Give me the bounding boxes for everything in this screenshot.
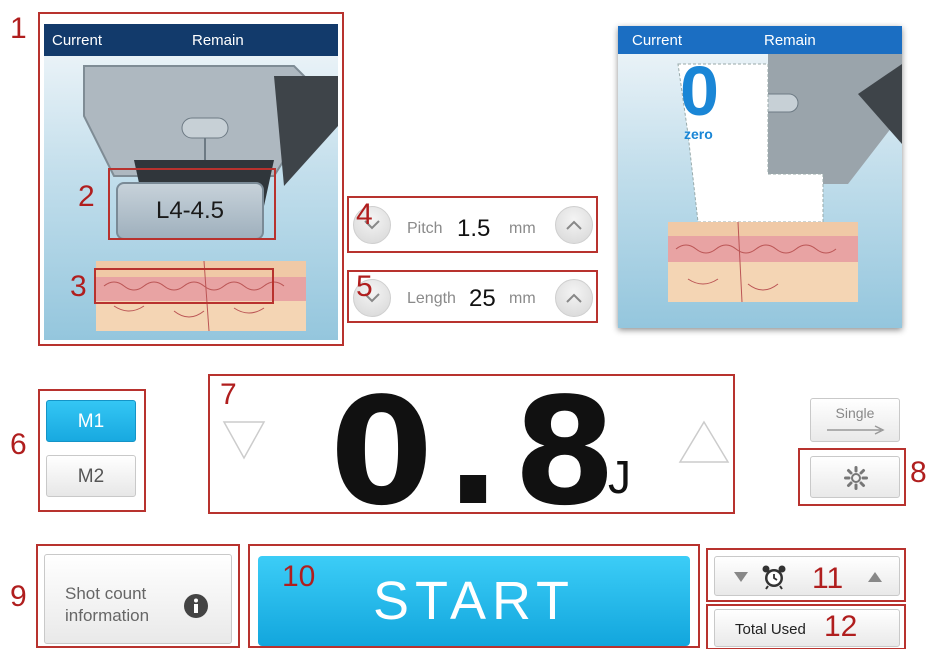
energy-decrease-button[interactable] xyxy=(222,420,266,460)
chevron-up-icon xyxy=(566,220,582,230)
remain-label: Remain xyxy=(192,32,244,49)
start-button[interactable]: START xyxy=(258,556,690,646)
shot-count-panel: Current Remain 0 zero xyxy=(618,26,902,328)
info-icon xyxy=(184,594,208,618)
mode-m2-button[interactable]: M2 xyxy=(46,455,136,497)
shot-count-info-button[interactable]: Shot count information xyxy=(44,554,232,644)
energy-increase-button[interactable] xyxy=(678,420,730,464)
chevron-up-icon xyxy=(566,293,582,303)
callout-number-9: 9 xyxy=(10,580,27,613)
panel-header: Current Remain xyxy=(44,24,338,56)
callout-number-5: 5 xyxy=(356,270,373,303)
timer-increase-button[interactable] xyxy=(867,571,883,583)
callout-number-12: 12 xyxy=(824,610,858,643)
gear-icon xyxy=(844,466,868,490)
callout-number-3: 3 xyxy=(70,270,87,303)
callout-number-1: 1 xyxy=(10,12,27,45)
remaining-count: 0 xyxy=(680,52,719,130)
handpiece-illustration xyxy=(618,54,902,328)
length-value: 25 xyxy=(469,285,496,312)
length-increase-button[interactable] xyxy=(555,279,593,317)
callout-number-4: 4 xyxy=(356,198,373,231)
length-label: Length xyxy=(407,290,456,307)
total-used-label: Total Used xyxy=(735,621,806,638)
single-mode-button[interactable]: Single xyxy=(810,398,900,442)
mode-m1-button[interactable]: M1 xyxy=(46,400,136,442)
callout-number-6: 6 xyxy=(10,428,27,461)
energy-unit: J xyxy=(608,451,631,503)
pitch-increase-button[interactable] xyxy=(555,206,593,244)
pitch-control: Pitch 1.5 mm xyxy=(347,196,598,253)
callout-number-7: 7 xyxy=(220,378,237,411)
callout-box-3 xyxy=(94,268,274,304)
callout-number-11: 11 xyxy=(812,562,844,595)
remain-label: Remain xyxy=(764,32,816,49)
settings-button[interactable] xyxy=(810,456,900,498)
alarm-clock-icon xyxy=(762,565,786,590)
single-label: Single xyxy=(835,405,875,421)
callout-box-2 xyxy=(108,168,276,240)
pitch-unit: mm xyxy=(509,220,536,237)
length-unit: mm xyxy=(509,290,536,307)
callout-number-8: 8 xyxy=(910,456,927,489)
handpiece-graphic xyxy=(668,54,902,303)
length-control: Length 25 mm xyxy=(347,270,598,323)
energy-value: 0.8 xyxy=(330,366,629,538)
timer-decrease-button[interactable] xyxy=(733,571,749,583)
timer-control xyxy=(714,556,900,596)
callout-number-2: 2 xyxy=(78,180,95,213)
panel-header: Current Remain xyxy=(618,26,902,54)
total-used-button[interactable]: Total Used xyxy=(714,609,900,647)
current-label: Current xyxy=(52,32,103,49)
callout-number-10: 10 xyxy=(282,560,316,593)
shot-count-label: Shot count information xyxy=(65,584,150,625)
remaining-count-caption: zero xyxy=(684,126,713,142)
pitch-label: Pitch xyxy=(407,220,443,237)
arrow-right-icon xyxy=(827,425,885,435)
current-label: Current xyxy=(632,32,683,49)
pitch-value: 1.5 xyxy=(457,215,491,242)
